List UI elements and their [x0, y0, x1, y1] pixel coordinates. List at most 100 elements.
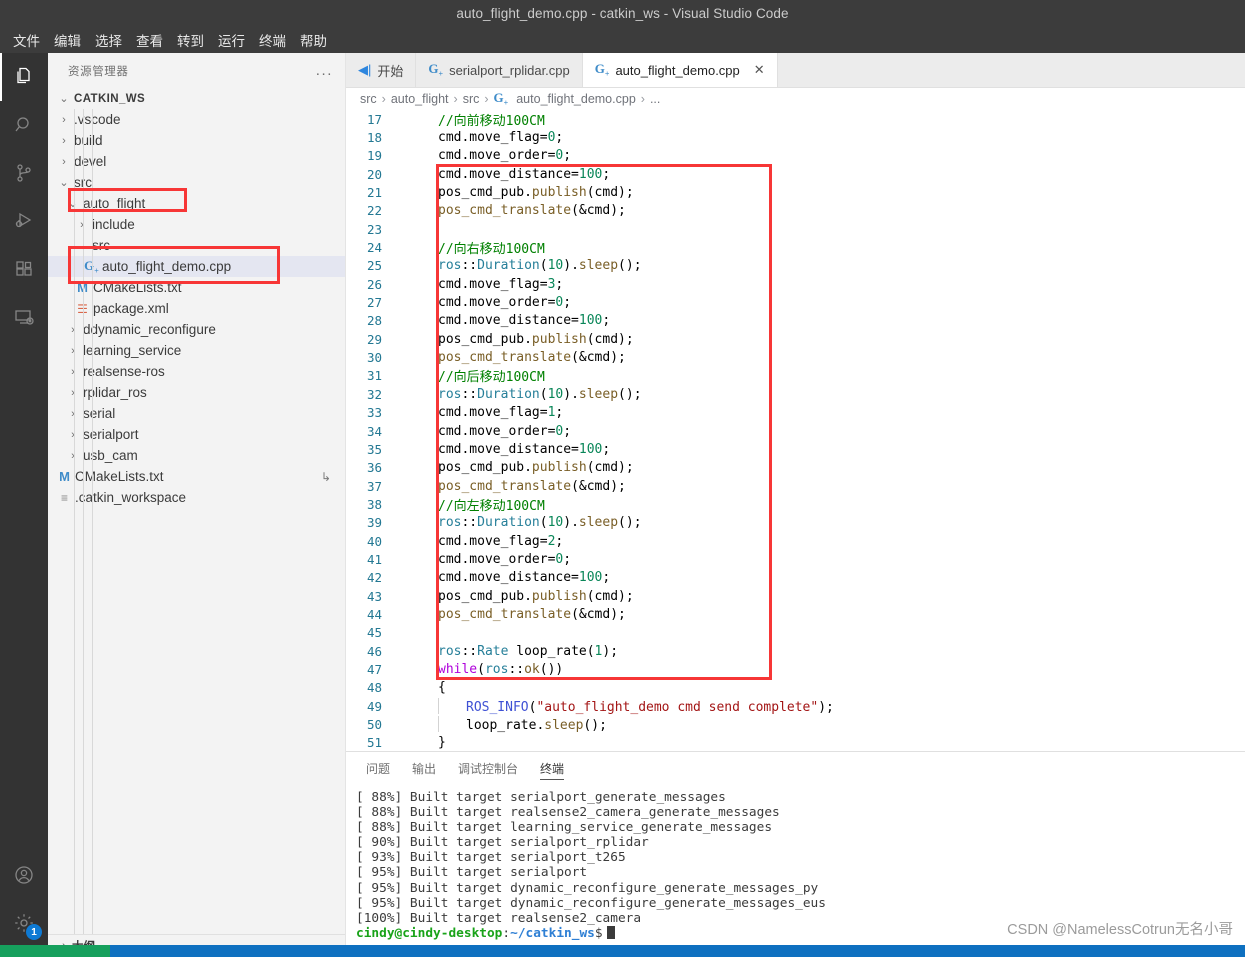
activity-account-icon[interactable]: [0, 851, 48, 899]
tree-item-label: package.xml: [93, 301, 169, 316]
editor-tab-label: 开始: [377, 63, 404, 79]
panel-tab-0[interactable]: 问题: [366, 752, 390, 784]
chevron-down-icon: ⌄: [68, 198, 78, 210]
tree-item-label: learning_service: [83, 343, 182, 358]
tree-item-label: src: [72, 175, 92, 190]
code-line[interactable]: 27 cmd.move_order=0;: [346, 293, 1245, 311]
code-line[interactable]: 29 pos_cmd_pub.publish(cmd);: [346, 330, 1245, 348]
code-line-text: cmd.move_flag=3;: [402, 277, 563, 292]
code-line[interactable]: 19 cmd.move_order=0;: [346, 147, 1245, 165]
terminal-line: [ 88%] Built target learning_service_gen…: [356, 820, 773, 836]
code-line[interactable]: 30 pos_cmd_translate(&cmd);: [346, 348, 1245, 366]
menu-edit[interactable]: 编辑: [47, 28, 88, 52]
editor-tab--[interactable]: ◀| 开始: [346, 53, 417, 87]
tree-root-catkin-ws[interactable]: ⌄ CATKIN_WS: [48, 88, 345, 109]
code-line[interactable]: 37 pos_cmd_translate(&cmd);: [346, 477, 1245, 495]
code-line[interactable]: 51}: [346, 734, 1245, 751]
code-line[interactable]: 38 //向左移动100CM: [346, 495, 1245, 514]
activity-source-control-icon[interactable]: [0, 149, 48, 197]
editor-tab-label: serialport_rplidar.cpp: [449, 62, 570, 78]
code-line[interactable]: 22 pos_cmd_translate(&cmd);: [346, 202, 1245, 220]
code-line[interactable]: 47 while(ros::ok()): [346, 660, 1245, 678]
code-line[interactable]: 23: [346, 220, 1245, 238]
code-content[interactable]: 17 //向前移动100CM 18 cmd.move_flag=0; 19 cmd.mov…: [346, 110, 1245, 751]
code-line[interactable]: 32 ros::Duration(10).sleep();: [346, 385, 1245, 403]
tree-item-label: auto_flight_demo.cpp: [102, 259, 232, 274]
code-line[interactable]: 17 //向前移动100CM: [346, 110, 1245, 129]
code-token: 100: [578, 441, 603, 457]
code-line-text: //向后移动100CM: [402, 366, 545, 385]
editor-body[interactable]: 17 //向前移动100CM 18 cmd.move_flag=0; 19 cmd.mov…: [346, 110, 1245, 751]
chevron-down-icon: ⌄: [59, 177, 69, 189]
code-token: 10: [547, 258, 564, 274]
panel-tab-1[interactable]: 输出: [412, 752, 436, 784]
code-line[interactable]: 35 cmd.move_distance=100;: [346, 440, 1245, 458]
activity-explorer-files-icon[interactable]: [0, 53, 48, 101]
code-line[interactable]: 18 cmd.move_flag=0;: [346, 128, 1245, 146]
activity-gear-icon[interactable]: 1: [0, 899, 48, 947]
menu-selection[interactable]: 选择: [88, 28, 129, 52]
code-line[interactable]: 42 cmd.move_distance=100;: [346, 569, 1245, 587]
code-line[interactable]: 50 loop_rate.sleep();: [346, 715, 1245, 733]
code-line[interactable]: 49 ROS_INFO("auto_flight_demo cmd send co…: [346, 697, 1245, 715]
code-line[interactable]: 36 pos_cmd_pub.publish(cmd);: [346, 459, 1245, 477]
line-number: 49: [366, 698, 382, 714]
code-token: ;: [563, 551, 572, 567]
code-line[interactable]: 44 pos_cmd_translate(&cmd);: [346, 605, 1245, 623]
menu-help[interactable]: 帮助: [293, 28, 334, 52]
code-line-text: [402, 625, 446, 640]
code-line[interactable]: 46 ros::Rate loop_rate(1);: [346, 642, 1245, 660]
activity-extensions-icon[interactable]: [0, 245, 48, 293]
code-line[interactable]: 20 cmd.move_distance=100;: [346, 165, 1245, 183]
code-line[interactable]: 41 cmd.move_order=0;: [346, 550, 1245, 568]
tab-close-icon[interactable]: ✕: [754, 62, 765, 78]
activity-remote-explorer-icon[interactable]: [0, 293, 48, 341]
code-line-text: pos_cmd_translate(&cmd);: [402, 350, 626, 365]
tree-item-label: usb_cam: [83, 448, 138, 463]
code-line[interactable]: 28 cmd.move_distance=100;: [346, 312, 1245, 330]
code-line-text: loop_rate.sleep();: [402, 716, 607, 733]
breadcrumb-segment[interactable]: ...: [650, 92, 660, 106]
panel-tab-2[interactable]: 调试控制台: [458, 752, 518, 784]
breadcrumb-segment[interactable]: auto_flight_demo.cpp: [516, 92, 636, 106]
code-token: ;: [602, 313, 611, 329]
explorer-more-actions-icon[interactable]: ...: [316, 62, 333, 79]
code-token: Duration: [477, 386, 540, 402]
status-remote-indicator[interactable]: [0, 945, 110, 957]
watermark: CSDN @NamelessCotrun无名小哥: [1007, 922, 1233, 938]
activity-search-icon[interactable]: [0, 101, 48, 149]
breadcrumb-segment[interactable]: src: [463, 92, 480, 106]
menu-run[interactable]: 运行: [211, 28, 252, 52]
code-line[interactable]: 26 cmd.move_flag=3;: [346, 275, 1245, 293]
code-line[interactable]: 34 cmd.move_order=0;: [346, 422, 1245, 440]
code-token: pos_cmd_translate: [438, 606, 572, 622]
code-line[interactable]: 43 pos_cmd_pub.publish(cmd);: [346, 587, 1245, 605]
code-line-text: cmd.move_distance=100;: [402, 442, 610, 457]
menu-terminal[interactable]: 终端: [252, 28, 293, 52]
code-line[interactable]: 24 //向右移动100CM: [346, 238, 1245, 257]
breadcrumb-segment[interactable]: auto_flight: [391, 92, 449, 106]
editor-tab-serialport-rplidar-cpp[interactable]: G+ serialport_rplidar.cpp: [416, 53, 583, 87]
code-token: (&cmd);: [571, 606, 626, 622]
code-line[interactable]: 45: [346, 624, 1245, 642]
editor-region: ◀| 开始 G+ serialport_rplidar.cpp G+ auto_fligh…: [346, 53, 1245, 751]
menu-view[interactable]: 查看: [129, 28, 170, 52]
chevron-right-icon: ›: [71, 428, 75, 441]
code-line[interactable]: 39 ros::Duration(10).sleep();: [346, 514, 1245, 532]
activity-run-and-debug-icon[interactable]: [0, 197, 48, 245]
code-line-text: [402, 222, 446, 237]
code-line[interactable]: 31 //向后移动100CM: [346, 367, 1245, 385]
code-line-text: pos_cmd_translate(&cmd);: [402, 607, 626, 622]
code-line[interactable]: 25 ros::Duration(10).sleep();: [346, 257, 1245, 275]
panel-tab-3[interactable]: 终端: [540, 752, 565, 784]
editor-tab-auto-flight-demo-cpp[interactable]: G+ auto_flight_demo.cpp ✕: [582, 53, 778, 87]
code-line[interactable]: 21 pos_cmd_pub.publish(cmd);: [346, 183, 1245, 201]
code-line[interactable]: 33 cmd.move_flag=1;: [346, 404, 1245, 422]
menu-file[interactable]: 文件: [6, 28, 47, 52]
menu-go[interactable]: 转到: [170, 28, 211, 52]
breadcrumb-segment[interactable]: src: [360, 92, 377, 106]
code-line[interactable]: 40 cmd.move_flag=2;: [346, 532, 1245, 550]
file-tree: ⌄CATKIN_WS›.vscode›build›devel⌄src⌄auto_…: [48, 88, 345, 934]
code-line[interactable]: 48 {: [346, 679, 1245, 697]
terminal-line: [ 90%] Built target serialport_rplidar: [356, 835, 649, 851]
